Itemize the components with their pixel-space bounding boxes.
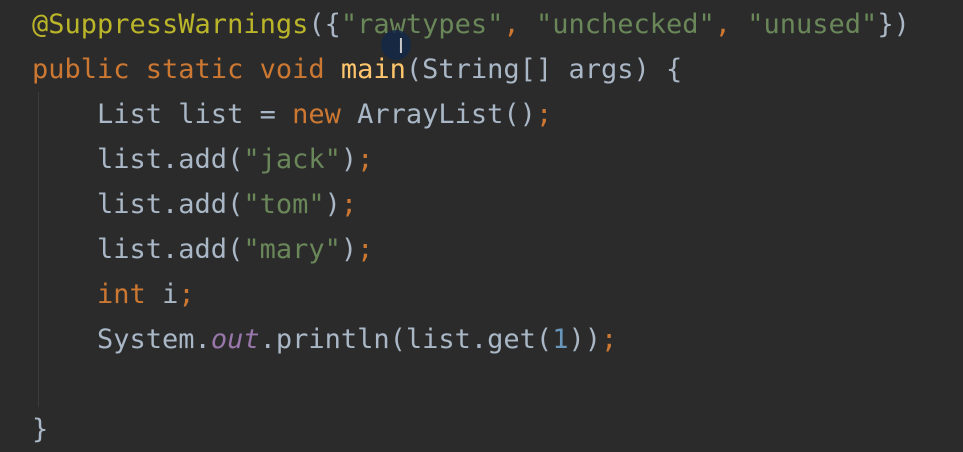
code-token-string: "jack" xyxy=(243,144,341,175)
code-token-plain: list.add( xyxy=(32,234,244,265)
code-token-plain: .println(list.get( xyxy=(259,324,553,355)
code-token-keyword: ; xyxy=(535,99,553,130)
code-editor[interactable]: @SuppressWarnings({"rawtypes", "unchecke… xyxy=(0,0,963,452)
code-token-plain: ArrayList() xyxy=(357,99,536,130)
code-token-keyword: public static void xyxy=(32,54,341,85)
code-line-5[interactable]: list.add("tom"); xyxy=(32,182,357,227)
code-token-plain: List list = xyxy=(32,99,293,130)
code-token-string: "rawtypes" xyxy=(340,9,504,40)
code-token-keyword: , xyxy=(503,9,536,40)
code-line-1[interactable]: @SuppressWarnings({"rawtypes", "unchecke… xyxy=(32,2,910,47)
code-line-2[interactable]: public static void main(String[] args) { xyxy=(32,47,682,92)
code-token-plain: ) xyxy=(324,189,341,220)
code-token-plain: )) xyxy=(568,324,601,355)
code-token-keyword: ; xyxy=(178,279,195,310)
code-line-8[interactable]: System.out.println(list.get(1)); xyxy=(32,317,617,362)
code-token-plain: System. xyxy=(32,324,211,355)
code-line-4[interactable]: list.add("jack"); xyxy=(32,137,373,182)
code-token-keyword: , xyxy=(714,9,748,40)
code-token-keyword: int xyxy=(97,279,163,310)
code-token-plain: ) xyxy=(340,234,358,265)
code-token-static-field: out xyxy=(210,324,260,355)
mouse-cursor-highlight xyxy=(381,30,411,60)
code-line-6[interactable]: list.add("mary"); xyxy=(32,227,373,272)
code-token-plain: } xyxy=(32,414,49,445)
code-line-7[interactable]: int i; xyxy=(32,272,195,317)
code-token-keyword: ; xyxy=(357,144,374,175)
code-token-keyword: new xyxy=(292,99,358,130)
code-token-plain: ) xyxy=(340,144,358,175)
code-token-keyword: ; xyxy=(600,324,618,355)
code-token-plain: list.add( xyxy=(32,144,244,175)
code-token-string: "unused" xyxy=(747,9,878,40)
code-token-number: 1 xyxy=(552,324,569,355)
code-token-keyword: ; xyxy=(357,234,374,265)
code-token-plain: ({ xyxy=(308,9,341,40)
code-token-keyword: ; xyxy=(340,189,358,220)
code-token-string: "mary" xyxy=(243,234,341,265)
code-token-plain: }) xyxy=(877,9,910,40)
code-token-annotation: @SuppressWarnings xyxy=(32,9,309,40)
code-token-plain: (String[] args) { xyxy=(405,54,683,85)
code-token-plain: i xyxy=(162,279,179,310)
code-token-plain: list.add( xyxy=(32,189,244,220)
code-token-string: "unchecked" xyxy=(535,9,715,40)
code-line-3[interactable]: List list = new ArrayList(); xyxy=(32,92,552,137)
code-token-string: "tom" xyxy=(243,189,325,220)
text-cursor-icon: I xyxy=(398,34,404,58)
code-line-10[interactable]: } xyxy=(32,407,48,452)
